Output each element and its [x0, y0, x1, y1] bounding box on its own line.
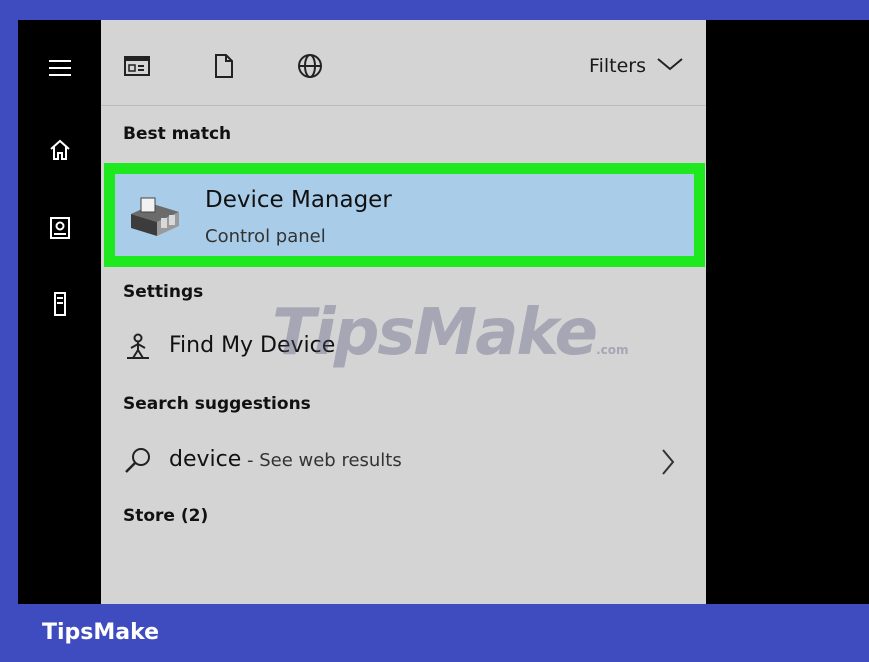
search-icon: [123, 446, 153, 476]
globe-icon[interactable]: [292, 50, 328, 82]
section-best-match: Best match: [123, 124, 232, 144]
best-match-title: Device Manager: [205, 187, 392, 213]
find-my-device-label: Find My Device: [169, 333, 336, 358]
best-match-subtitle: Control panel: [205, 226, 326, 247]
start-search-window: Filters Best match Device Manager Contro…: [18, 20, 869, 604]
suggestion-suffix: - See web results: [241, 450, 402, 471]
section-settings: Settings: [123, 282, 204, 302]
best-match-result-device-manager[interactable]: Device Manager Control panel: [104, 163, 705, 267]
device-manager-icon: [127, 192, 183, 240]
settings-item-find-my-device[interactable]: Find My Device: [101, 324, 706, 370]
filters-dropdown[interactable]: Filters: [589, 50, 684, 82]
hamburger-menu-icon[interactable]: [42, 50, 78, 86]
search-results-panel: Filters Best match Device Manager Contro…: [101, 20, 706, 604]
documents-icon[interactable]: [42, 210, 78, 246]
tower-device-icon[interactable]: [42, 286, 78, 322]
chevron-down-icon: [656, 56, 684, 76]
person-pin-icon: [123, 332, 153, 362]
chevron-right-icon: [660, 448, 676, 480]
start-rail: [18, 20, 101, 604]
apps-icon[interactable]: [119, 50, 155, 82]
brand-caption: TipsMake: [42, 620, 160, 645]
document-icon[interactable]: [206, 50, 242, 82]
home-icon[interactable]: [42, 132, 78, 168]
section-search-suggestions: Search suggestions: [123, 394, 311, 414]
search-scope-bar: Filters: [101, 20, 706, 106]
filters-label: Filters: [589, 55, 646, 77]
section-store[interactable]: Store (2): [123, 506, 208, 526]
suggestion-item-device[interactable]: device - See web results: [101, 438, 706, 484]
suggestion-query: device: [169, 447, 242, 472]
